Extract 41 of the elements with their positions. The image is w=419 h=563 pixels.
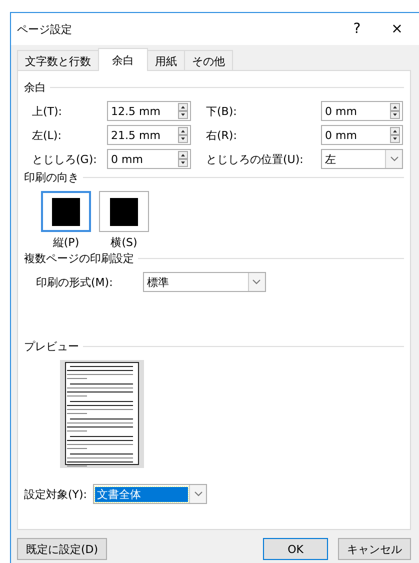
dropdown[interactable]: 標準 xyxy=(142,272,266,292)
section-heading: プレビュー xyxy=(24,338,79,354)
chevron-down-icon[interactable] xyxy=(248,273,265,291)
spin-field[interactable]: 0 mm xyxy=(107,149,191,169)
spin-arrows-icon[interactable] xyxy=(178,151,190,167)
field-label: 上(T): xyxy=(32,104,64,118)
field-label: 左(L): xyxy=(32,128,62,142)
dropdown[interactable]: 文書全体 xyxy=(93,484,208,504)
window-title: ページ設定 xyxy=(17,22,73,36)
field-label: 設定対象(Y): xyxy=(24,486,88,502)
spin-arrows-icon[interactable] xyxy=(390,127,402,143)
spin-field[interactable]: 0 mm xyxy=(321,101,403,121)
section-heading: 印刷の向き xyxy=(24,170,79,184)
spin-arrows-icon[interactable] xyxy=(390,103,402,119)
tab[interactable]: その他 xyxy=(184,50,233,70)
section-heading: 余白 xyxy=(24,80,46,94)
orientation-button[interactable] xyxy=(41,191,91,232)
help-button[interactable]: ? xyxy=(339,21,375,37)
orientation-label: 縦(P) xyxy=(52,235,80,250)
dialog-button[interactable]: キャンセル xyxy=(338,538,411,560)
chevron-down-icon[interactable] xyxy=(385,150,402,168)
spin-arrows-icon[interactable] xyxy=(178,127,190,143)
dialog-button[interactable]: 既定に設定(D) xyxy=(17,538,108,560)
spin-field[interactable]: 21.5 mm xyxy=(107,125,191,145)
field-label: とじしろ(G): xyxy=(32,152,98,166)
spin-field[interactable]: 12.5 mm xyxy=(107,101,191,121)
orientation-button[interactable] xyxy=(99,191,149,232)
field-label: 印刷の形式(M): xyxy=(36,274,113,290)
tab[interactable]: 文字数と行数 xyxy=(17,50,99,70)
dropdown[interactable]: 左 xyxy=(321,149,403,169)
field-label: 下(B): xyxy=(205,104,238,118)
spin-arrows-icon[interactable] xyxy=(178,103,190,119)
close-button[interactable]: × xyxy=(379,21,415,37)
field-label: 右(R): xyxy=(205,128,238,142)
orientation-label: 横(S) xyxy=(110,235,138,250)
chevron-down-icon[interactable] xyxy=(189,485,206,503)
section-heading: 複数ページの印刷設定 xyxy=(24,250,134,266)
tab[interactable]: 余白 xyxy=(98,48,148,71)
dialog-button[interactable]: OK xyxy=(263,538,328,560)
field-label: とじしろの位置(U): xyxy=(205,152,304,166)
spin-field[interactable]: 0 mm xyxy=(321,125,403,145)
